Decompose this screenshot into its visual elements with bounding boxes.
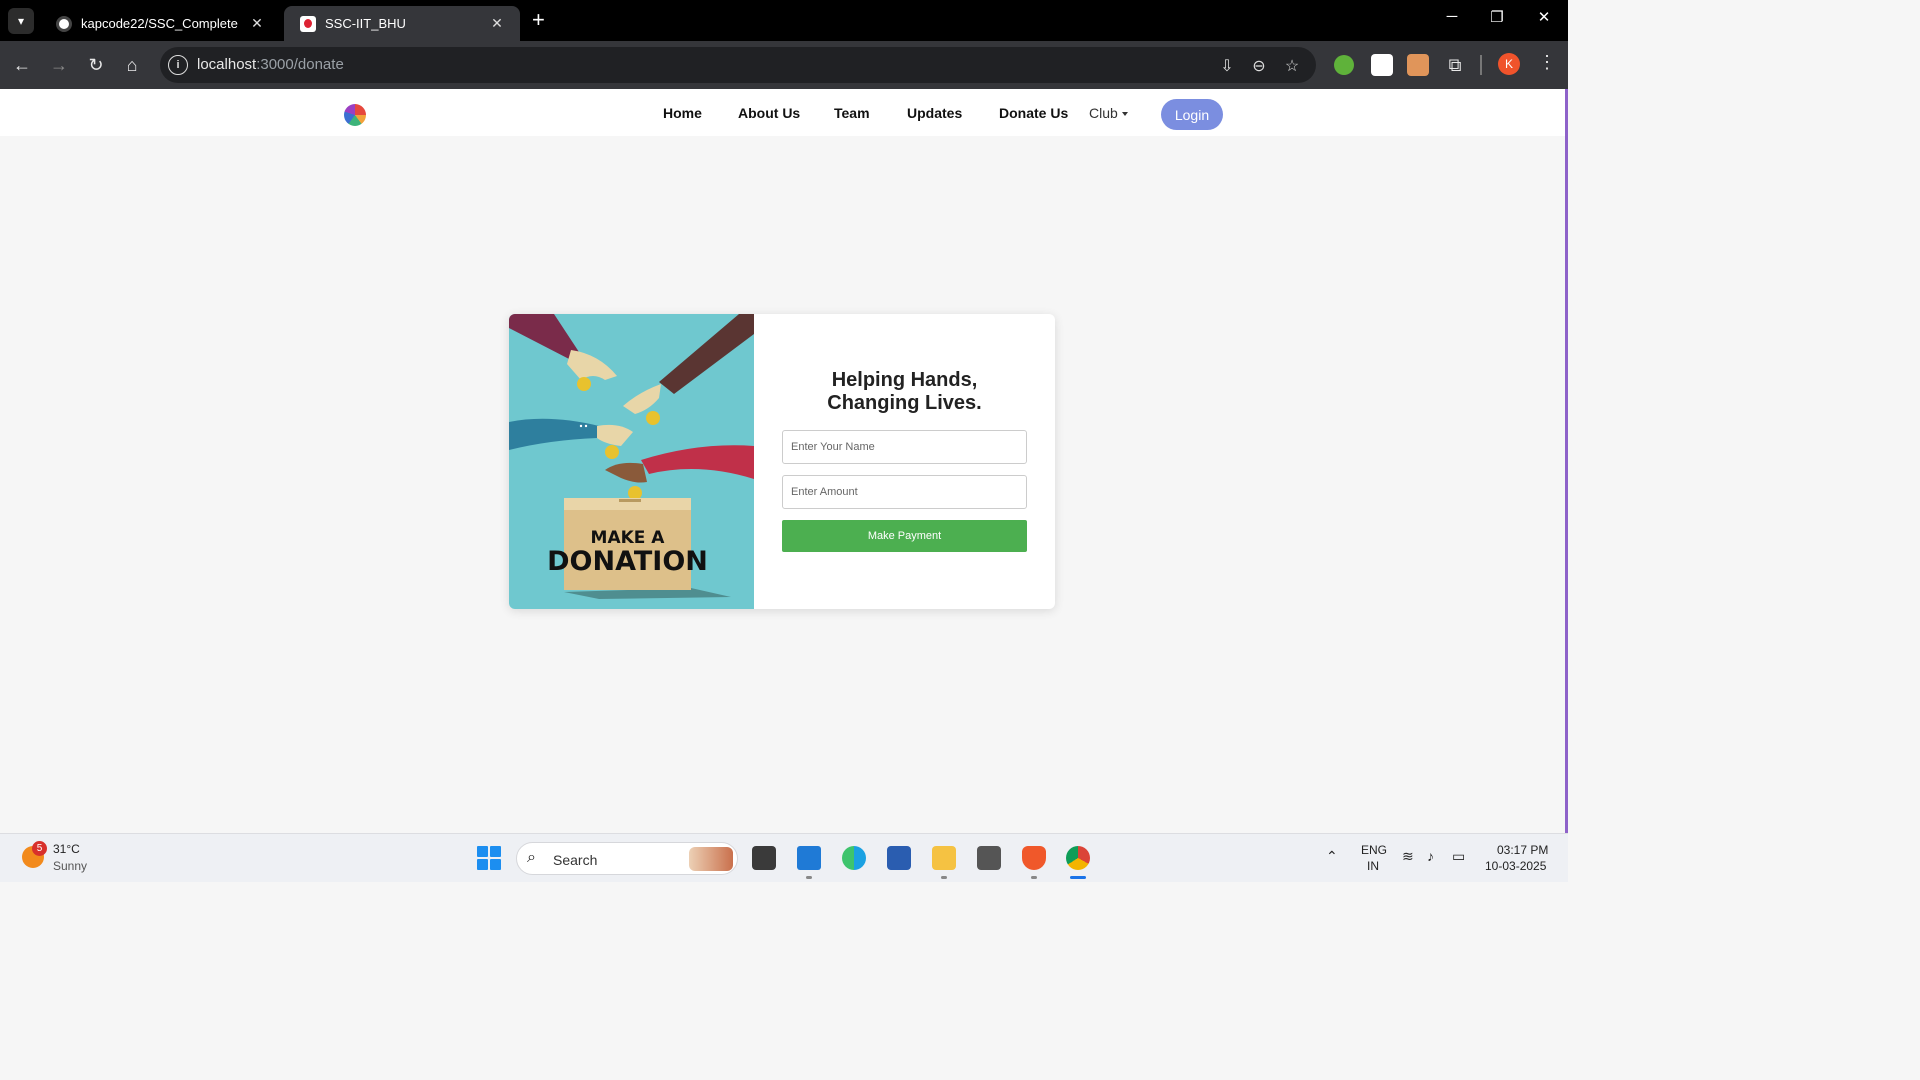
toolbar-divider (1480, 55, 1482, 75)
tray-chevron-up-icon[interactable]: ⌃ (1326, 848, 1338, 865)
tab-github[interactable]: kapcode22/SSC_Complete ✕ (40, 6, 280, 41)
bookmark-star-icon[interactable]: ☆ (1282, 56, 1302, 76)
clock-date[interactable]: 10-03-2025 (1485, 859, 1546, 873)
weather-description[interactable]: Sunny (53, 859, 87, 873)
site-favicon-icon (300, 15, 316, 32)
battery-icon[interactable]: ▭ (1452, 848, 1465, 865)
nav-updates[interactable]: Updates (907, 105, 962, 121)
nav-team[interactable]: Team (834, 105, 870, 121)
donation-card: MAKE A DONATION Helping Hands, Changing … (509, 314, 1055, 609)
site-info-icon[interactable]: i (168, 55, 188, 75)
site-logo[interactable] (344, 104, 366, 126)
language-line-2[interactable]: IN (1367, 859, 1379, 873)
os-taskbar: 5 31°C Sunny ⌕ Search ⌃ ENG IN ≋ ♪ ▭ 03:… (0, 833, 1568, 882)
banner-line-1: MAKE A (591, 528, 666, 548)
task-view-icon[interactable] (752, 846, 776, 870)
nav-home[interactable]: Home (663, 105, 702, 121)
explorer-running-indicator (941, 876, 947, 879)
page-viewport: Home About Us Team Updates Donate Us Clu… (0, 89, 1568, 833)
restore-icon[interactable]: ❐ (1487, 8, 1507, 26)
club-label: Club (1089, 105, 1118, 121)
close-icon[interactable]: ✕ (488, 15, 506, 32)
file-explorer-icon[interactable] (932, 846, 956, 870)
address-bar[interactable]: i localhost:3000/donate ⇩ ⊖ ☆ (160, 47, 1316, 83)
scrollbar[interactable] (1565, 89, 1568, 833)
close-icon[interactable]: ✕ (248, 15, 266, 32)
url-host: localhost (197, 56, 257, 73)
name-input[interactable] (782, 430, 1027, 464)
search-label: Search (553, 852, 598, 868)
amount-input[interactable] (782, 475, 1027, 509)
donation-heading: Helping Hands, Changing Lives. (754, 369, 1055, 415)
chrome-active-indicator (1070, 876, 1086, 879)
caret-down-icon (1121, 112, 1128, 117)
volume-icon[interactable]: ♪ (1427, 848, 1434, 864)
site-navbar: Home About Us Team Updates Donate Us Clu… (0, 89, 1565, 136)
app-c-icon[interactable] (977, 846, 1001, 870)
extension-chart-icon[interactable] (1371, 54, 1393, 76)
weather-badge: 5 (32, 841, 47, 856)
search-highlight-icon (689, 847, 733, 871)
extension-tiger-icon[interactable] (1407, 54, 1429, 76)
clock-time[interactable]: 03:17 PM (1497, 843, 1548, 857)
tab-title: SSC-IIT_BHU (325, 16, 406, 31)
tab-search-button[interactable]: ▾ (8, 8, 34, 34)
extensions-icon[interactable]: ⧉ (1443, 53, 1467, 77)
heading-line-1: Helping Hands, (831, 369, 978, 391)
banner-line-2: DONATION (547, 546, 708, 577)
forward-icon[interactable]: → (47, 53, 71, 77)
heading-line-2: Changing Lives. (827, 392, 982, 414)
nav-about-us[interactable]: About Us (738, 105, 800, 121)
make-payment-button[interactable]: Make Payment (782, 520, 1027, 552)
login-button[interactable]: Login (1161, 99, 1223, 130)
search-icon: ⌕ (527, 849, 536, 866)
install-app-icon[interactable]: ⇩ (1217, 56, 1237, 76)
back-icon[interactable]: ← (10, 53, 34, 77)
new-tab-icon[interactable]: + (532, 9, 545, 31)
tab-ssc[interactable]: SSC-IIT_BHU ✕ (284, 6, 520, 41)
minimize-icon[interactable]: ─ (1442, 8, 1462, 25)
extension-green-icon[interactable] (1334, 55, 1354, 75)
home-icon[interactable]: ⌂ (120, 53, 144, 77)
vscode-running-indicator (806, 876, 812, 879)
url-path: :3000/donate (256, 56, 344, 73)
donation-illustration: MAKE A DONATION (509, 314, 754, 609)
brave-running-indicator (1031, 876, 1037, 879)
profile-avatar[interactable]: K (1498, 53, 1520, 75)
tab-title: kapcode22/SSC_Complete (81, 16, 238, 31)
store-icon[interactable] (887, 846, 911, 870)
language-line-1[interactable]: ENG (1361, 843, 1387, 857)
donation-form: Helping Hands, Changing Lives. Make Paym… (754, 314, 1055, 609)
vscode-icon[interactable] (797, 846, 821, 870)
github-icon (56, 15, 72, 32)
windows-start-icon[interactable] (477, 846, 501, 870)
wifi-icon[interactable]: ≋ (1402, 848, 1414, 865)
taskbar-search[interactable]: ⌕ Search (516, 842, 738, 875)
window-close-icon[interactable]: ✕ (1534, 8, 1554, 26)
url-text[interactable]: localhost:3000/donate (197, 56, 344, 73)
browser-toolbar: ← → ↻ ⌂ i localhost:3000/donate ⇩ ⊖ ☆ ⧉ … (0, 41, 1568, 89)
chrome-icon[interactable] (1066, 846, 1090, 870)
nav-donate-us[interactable]: Donate Us (999, 105, 1068, 121)
edge-icon[interactable] (842, 846, 866, 870)
browser-tab-bar: ▾ kapcode22/SSC_Complete ✕ SSC-IIT_BHU ✕… (0, 0, 1568, 41)
menu-icon[interactable]: ⋮ (1538, 52, 1556, 73)
brave-icon[interactable] (1022, 846, 1046, 870)
weather-temperature[interactable]: 31°C (53, 842, 80, 856)
zoom-icon[interactable]: ⊖ (1249, 56, 1269, 76)
reload-icon[interactable]: ↻ (84, 53, 108, 77)
nav-club-dropdown[interactable]: Club (1089, 105, 1128, 121)
